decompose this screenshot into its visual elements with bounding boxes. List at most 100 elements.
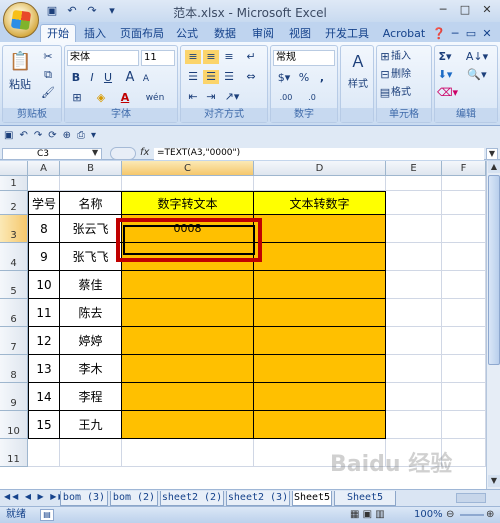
styles-icon[interactable]: Ａ (348, 52, 368, 72)
comma-button[interactable]: , (315, 71, 329, 85)
minimize-button[interactable]: ─ (432, 2, 454, 19)
cell-a7[interactable]: 12 (28, 327, 60, 355)
format-button[interactable]: 格式 (391, 86, 421, 100)
cut-icon[interactable]: ✂ (41, 50, 55, 64)
tab-data[interactable]: 数据 (210, 25, 240, 42)
horizontal-scrollbar[interactable] (456, 493, 486, 503)
name-box-dropdown-icon[interactable]: ▼ (92, 148, 98, 157)
phonetic-button[interactable]: wén (143, 91, 167, 105)
column-header-f[interactable]: F (442, 161, 486, 176)
align-left-icon[interactable]: ☰ (185, 70, 201, 84)
cell-f3[interactable] (442, 215, 486, 243)
undo-icon[interactable]: ↶ (19, 130, 27, 141)
row-header[interactable]: 1 (0, 176, 28, 191)
align-right-icon[interactable]: ☰ (221, 70, 237, 84)
italic-button[interactable]: I (85, 71, 99, 85)
font-color-button[interactable]: A (117, 91, 133, 105)
percent-button[interactable]: % (297, 71, 311, 85)
cell-a1[interactable] (28, 176, 60, 191)
tab-view[interactable]: 视图 (285, 25, 315, 42)
cell-a4[interactable]: 9 (28, 243, 60, 271)
currency-icon[interactable]: $▾ (275, 71, 293, 85)
cell-f10[interactable] (442, 411, 486, 439)
qat-dropdown-icon[interactable]: ▾ (104, 3, 120, 19)
cell-b10[interactable]: 王九 (60, 411, 122, 439)
expand-formula-icon[interactable]: ▼ (486, 148, 498, 160)
cell-a5[interactable]: 10 (28, 271, 60, 299)
paste-icon[interactable]: 📋 (9, 50, 31, 74)
row-header[interactable]: 9 (0, 383, 28, 411)
row-header[interactable]: 10 (0, 411, 28, 439)
cell-e8[interactable] (386, 355, 442, 383)
underline-button[interactable]: U (101, 71, 115, 85)
cell-f8[interactable] (442, 355, 486, 383)
cell-e7[interactable] (386, 327, 442, 355)
row-header[interactable]: 6 (0, 299, 28, 327)
name-box[interactable]: C3 (2, 148, 102, 160)
cell-f4[interactable] (442, 243, 486, 271)
redo-icon[interactable]: ↷ (34, 130, 42, 141)
column-header-e[interactable]: E (386, 161, 442, 176)
formula-input[interactable]: =TEXT(A3,"0000") (154, 148, 484, 160)
insert-button[interactable]: 插入 (391, 50, 421, 64)
row-header[interactable]: 3 (0, 215, 28, 243)
grow-font-button[interactable]: A (123, 71, 137, 85)
cell-b4[interactable]: 张飞飞 (60, 243, 122, 271)
cell-f6[interactable] (442, 299, 486, 327)
column-header-b[interactable]: B (60, 161, 122, 176)
cell-f5[interactable] (442, 271, 486, 299)
cell-f2[interactable] (442, 191, 486, 215)
select-all-corner[interactable] (0, 161, 28, 176)
undo-icon[interactable]: ↶ (64, 3, 80, 19)
zoom-icon[interactable]: ⊕ (63, 130, 71, 141)
scroll-down-icon[interactable]: ▼ (488, 475, 500, 487)
toolbar-dropdown-icon[interactable]: ▾ (91, 130, 96, 141)
cell-b9[interactable]: 李程 (60, 383, 122, 411)
cell-c7[interactable] (122, 327, 254, 355)
refresh-icon[interactable]: ⟳ (48, 130, 56, 141)
cell-d9[interactable] (254, 383, 386, 411)
increase-decimal-icon[interactable]: .00 (275, 91, 297, 105)
cell-d4[interactable] (254, 243, 386, 271)
cell-a8[interactable]: 13 (28, 355, 60, 383)
cell-c4[interactable] (122, 243, 254, 271)
insert-function-button[interactable]: fx (140, 147, 149, 158)
font-size-select[interactable]: 11 (141, 50, 175, 66)
tab-home[interactable]: 开始 (40, 24, 76, 43)
cell-d3[interactable] (254, 215, 386, 243)
cell-a11[interactable] (28, 439, 60, 467)
sheet-nav-icon[interactable]: ◀◀ ◀ ▶ ▶▶ (4, 492, 67, 501)
redo-icon[interactable]: ↷ (84, 3, 100, 19)
zoom-out-icon[interactable]: ⊖ (446, 507, 454, 523)
cell-a9[interactable]: 14 (28, 383, 60, 411)
cell-b1[interactable] (60, 176, 122, 191)
row-header[interactable]: 2 (0, 191, 28, 215)
macro-record-icon[interactable]: ▤ (40, 509, 54, 521)
paste-button[interactable]: 粘贴 (7, 78, 33, 92)
cell-c9[interactable] (122, 383, 254, 411)
cell-d5[interactable] (254, 271, 386, 299)
view-buttons[interactable]: ▦ ▣ ▥ (350, 507, 385, 523)
cell-c3[interactable]: 0008 (122, 215, 254, 243)
fill-color-icon[interactable]: ◈ (93, 91, 109, 105)
cell-d8[interactable] (254, 355, 386, 383)
cell-d1[interactable] (254, 176, 386, 191)
scroll-thumb[interactable] (488, 175, 500, 365)
align-middle-icon[interactable]: ≡ (203, 50, 219, 64)
cell-e1[interactable] (386, 176, 442, 191)
fill-icon[interactable]: ⬇▾ (437, 68, 453, 82)
delete-button[interactable]: 删除 (391, 68, 421, 82)
font-name-select[interactable]: 宋体 (67, 50, 139, 66)
print-preview-icon[interactable]: ⎙ (77, 130, 85, 141)
row-header[interactable]: 8 (0, 355, 28, 383)
cell-d10[interactable] (254, 411, 386, 439)
cell-c2[interactable]: 数字转文本 (122, 191, 254, 215)
cell-b3[interactable]: 张云飞 (60, 215, 122, 243)
close-button[interactable]: ✕ (476, 2, 498, 19)
row-header[interactable]: 11 (0, 439, 28, 467)
cell-a10[interactable]: 15 (28, 411, 60, 439)
cell-c8[interactable] (122, 355, 254, 383)
cell-e3[interactable] (386, 215, 442, 243)
orientation-icon[interactable]: ↗▾ (221, 90, 243, 104)
autosum-icon[interactable]: Σ▾ (437, 50, 453, 64)
